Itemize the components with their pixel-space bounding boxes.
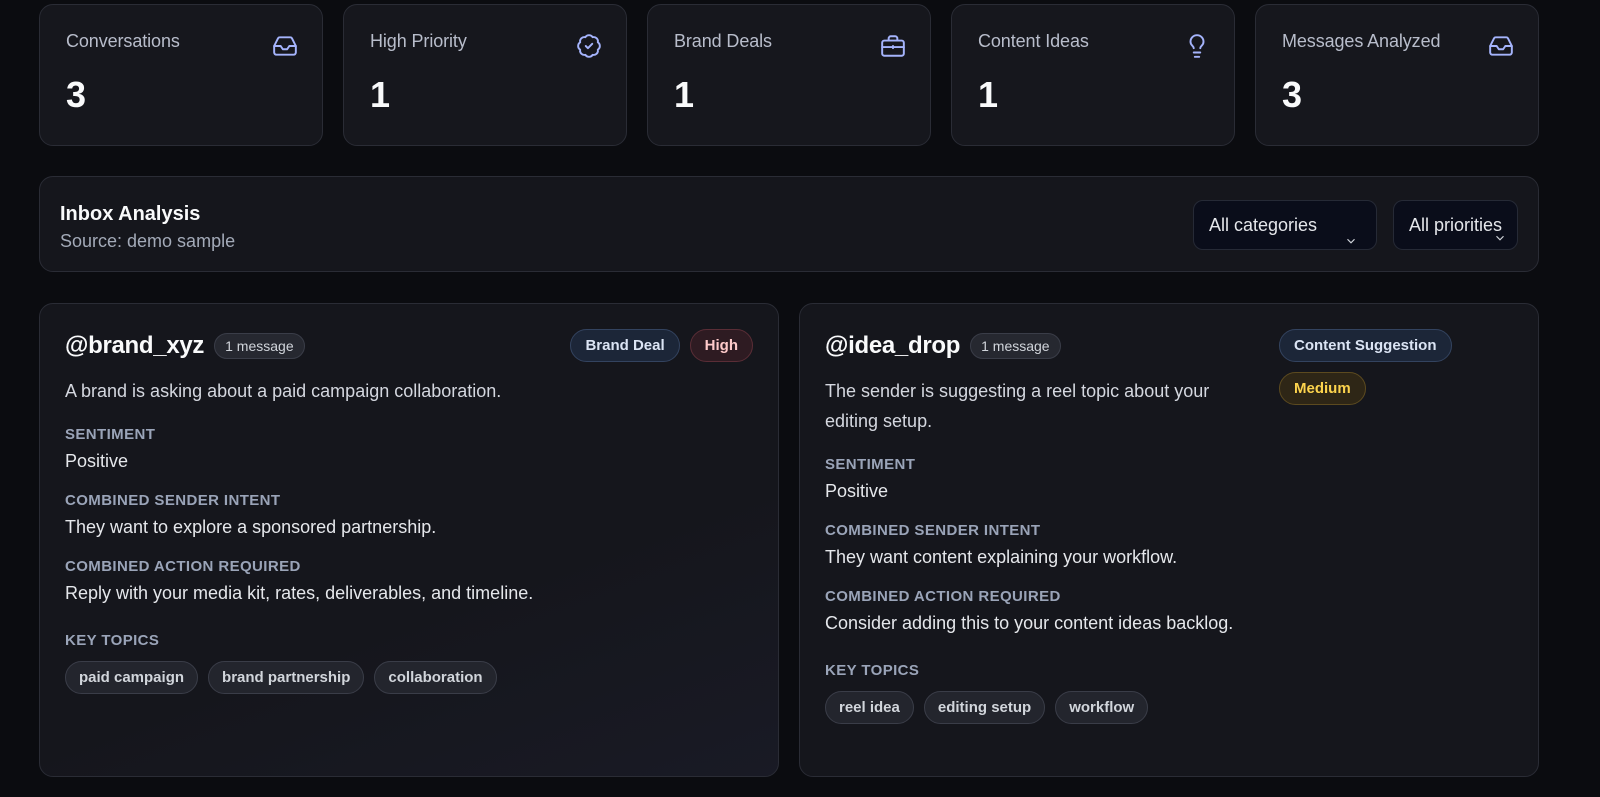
topic-chip: brand partnership — [208, 661, 365, 694]
sender-handle: @brand_xyz — [65, 332, 205, 359]
chevron-down-icon — [1344, 218, 1358, 244]
conversation-summary: A brand is asking about a paid campaign … — [65, 381, 502, 401]
intent-label: COMBINED SENDER INTENT — [825, 522, 1041, 539]
action-value: Consider adding this to your content ide… — [825, 613, 1234, 633]
conversation-card[interactable]: @idea_drop 1 message Content Suggestion … — [799, 303, 1539, 777]
stat-label: Conversations — [66, 31, 180, 51]
action-label: COMBINED ACTION REQUIRED — [65, 558, 301, 575]
stat-label: Brand Deals — [674, 31, 772, 51]
topic-chip: editing setup — [923, 691, 1046, 724]
priority-badge: High — [689, 329, 753, 362]
topic-list: reel idea editing setup workflow — [825, 691, 1513, 724]
stat-label: Content Ideas — [978, 31, 1089, 51]
sentiment-value: Positive — [65, 451, 129, 471]
intent-value: They want to explore a sponsored partner… — [65, 517, 437, 537]
inbox-icon — [1488, 33, 1514, 59]
priority-badge: Medium — [1279, 372, 1366, 405]
inbox-source: Source: demo sample — [60, 231, 236, 251]
topic-chip: workflow — [1055, 691, 1149, 724]
stat-value: 1 — [978, 74, 999, 115]
sentiment-value: Positive — [825, 481, 889, 501]
dashboard-page: Conversations 3 High Priority 1 Brand De… — [0, 0, 1600, 797]
sender-handle: @idea_drop — [825, 332, 961, 359]
briefcase-icon — [880, 33, 906, 59]
category-badge: Brand Deal — [570, 329, 680, 362]
stat-card-high-priority: High Priority 1 — [343, 4, 627, 146]
lightbulb-icon — [1184, 33, 1210, 59]
inbox-analysis-header: Inbox Analysis Source: demo sample All c… — [39, 176, 1539, 272]
intent-value: They want content explaining your workfl… — [825, 547, 1178, 567]
topic-chip: collaboration — [374, 661, 497, 694]
conversation-card[interactable]: @brand_xyz 1 message Brand Deal High A b… — [39, 303, 779, 777]
conversation-summary: The sender is suggesting a reel topic ab… — [825, 381, 1210, 431]
badge-check-icon — [576, 33, 602, 59]
stat-card-content-ideas: Content Ideas 1 — [951, 4, 1235, 146]
intent-label: COMBINED SENDER INTENT — [65, 492, 281, 509]
priority-filter-value: All priorities — [1409, 215, 1503, 235]
stat-value: 3 — [66, 74, 87, 115]
stat-label: Messages Analyzed — [1282, 31, 1441, 51]
chevron-down-icon — [1493, 215, 1504, 241]
stat-value: 3 — [1282, 74, 1303, 115]
topics-label: KEY TOPICS — [825, 662, 920, 679]
topic-list: paid campaign brand partnership collabor… — [65, 661, 753, 694]
category-badge: Content Suggestion — [1279, 329, 1452, 362]
action-value: Reply with your media kit, rates, delive… — [65, 583, 534, 603]
sentiment-label: SENTIMENT — [825, 456, 916, 473]
priority-filter-select[interactable]: All priorities — [1393, 200, 1518, 250]
message-count-badge: 1 message — [970, 333, 1061, 359]
topic-chip: paid campaign — [65, 661, 199, 694]
sentiment-label: SENTIMENT — [65, 426, 156, 443]
inbox-title: Inbox Analysis — [60, 203, 201, 225]
topics-label: KEY TOPICS — [65, 632, 160, 649]
stat-card-brand-deals: Brand Deals 1 — [647, 4, 931, 146]
topic-chip: reel idea — [825, 691, 914, 724]
stats-row: Conversations 3 High Priority 1 Brand De… — [39, 4, 1539, 146]
category-filter-value: All categories — [1209, 215, 1318, 235]
action-label: COMBINED ACTION REQUIRED — [825, 588, 1061, 605]
stat-card-conversations: Conversations 3 — [39, 4, 323, 146]
message-count-badge: 1 message — [214, 333, 305, 359]
category-filter-select[interactable]: All categories — [1193, 200, 1377, 250]
stat-card-messages-analyzed: Messages Analyzed 3 — [1255, 4, 1539, 146]
stat-label: High Priority — [370, 31, 467, 51]
stat-value: 1 — [674, 74, 695, 115]
card-badges: Brand Deal High — [570, 329, 753, 362]
card-badges: Content Suggestion Medium — [1279, 329, 1519, 405]
stat-value: 1 — [370, 74, 391, 115]
inbox-icon — [272, 33, 298, 59]
